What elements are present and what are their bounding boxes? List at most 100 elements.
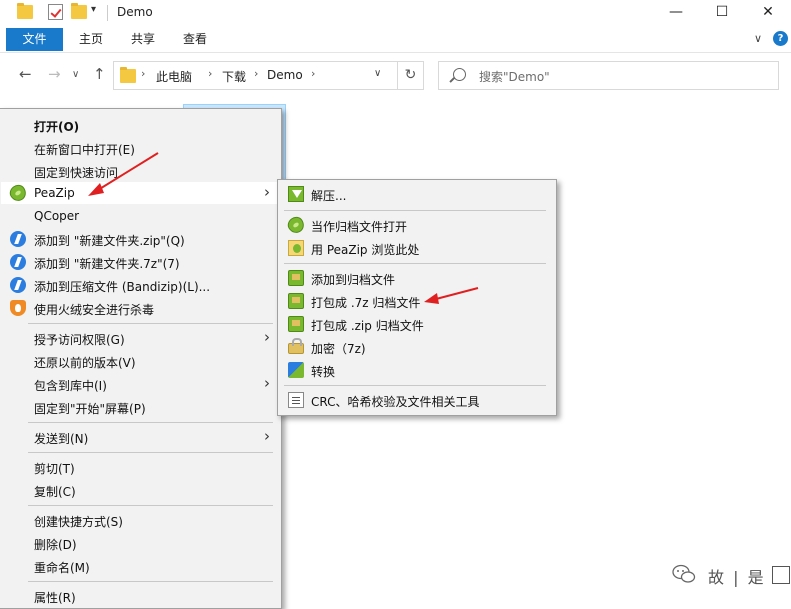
menu-item-label: QCoper [34, 209, 80, 223]
breadcrumb-this-pc[interactable]: 此电脑 [156, 68, 192, 85]
chevron-down-icon[interactable]: ∨ [374, 68, 381, 79]
title-bar: ▾ Demo — ☐ ✕ [0, 0, 791, 26]
breadcrumb-demo[interactable]: Demo [267, 68, 303, 82]
menu-item-pin-quick-access[interactable]: 固定到快速访问 [1, 160, 280, 182]
minimize-button[interactable]: — [653, 0, 699, 24]
chevron-right-icon: › [264, 374, 270, 392]
menu-item-label: 固定到快速访问 [34, 166, 119, 180]
watermark-text: 故 | 是 [708, 568, 766, 587]
lock-icon [288, 338, 304, 354]
tab-home[interactable]: 主页 [68, 28, 114, 51]
menu-separator [28, 581, 273, 582]
menu-item-include-library[interactable]: 包含到库中(I) › [1, 373, 280, 395]
menu-item-peazip[interactable]: PeaZip › [1, 181, 280, 205]
help-icon[interactable]: ? [773, 31, 788, 46]
search-input[interactable]: 搜索"Demo" [438, 61, 779, 90]
menu-item-label: 剪切(T) [34, 462, 75, 476]
peazip-icon [6, 181, 30, 205]
forward-button[interactable]: → [48, 65, 61, 83]
menu-item-cut[interactable]: 剪切(T) [1, 456, 280, 478]
menu-item-send-to[interactable]: 发送到(N) › [1, 426, 280, 448]
submenu-item-pack-7z[interactable]: 打包成 .7z 归档文件 [279, 290, 555, 312]
menu-item-add-zip[interactable]: 添加到 "新建文件夹.zip"(Q) [1, 228, 280, 250]
menu-item-label: PeaZip [34, 186, 75, 200]
chevron-right-icon[interactable]: › [311, 67, 315, 80]
close-button[interactable]: ✕ [745, 0, 791, 24]
extract-icon [288, 186, 304, 202]
chevron-right-icon[interactable]: › [208, 67, 212, 80]
menu-item-huorong-scan[interactable]: 使用火绒安全进行杀毒 [1, 297, 280, 319]
menu-item-label: 还原以前的版本(V) [34, 356, 136, 370]
menu-item-label: 转换 [311, 365, 336, 379]
submenu-item-browse-peazip[interactable]: 用 PeaZip 浏览此处 [279, 237, 555, 259]
window-title: Demo [117, 5, 153, 19]
menu-item-open[interactable]: 打开(O) [1, 114, 280, 136]
tab-share[interactable]: 共享 [120, 28, 166, 51]
submenu-item-open-as-archive[interactable]: 当作归档文件打开 [279, 213, 555, 237]
tab-view[interactable]: 查看 [172, 28, 218, 51]
menu-item-give-access[interactable]: 授予访问权限(G) › [1, 327, 280, 349]
properties-check-icon[interactable] [48, 4, 63, 20]
menu-separator [284, 210, 546, 211]
chevron-right-icon[interactable]: › [254, 67, 258, 80]
menu-item-label: 重命名(M) [34, 561, 90, 575]
huorong-shield-icon [10, 300, 26, 316]
menu-item-label: 发送到(N) [34, 432, 89, 446]
menu-item-rename[interactable]: 重命名(M) [1, 555, 280, 577]
submenu-item-convert[interactable]: 转换 [279, 359, 555, 381]
menu-item-copy[interactable]: 复制(C) [1, 479, 280, 501]
peazip-submenu: 解压... 当作归档文件打开 用 PeaZip 浏览此处 添加到归档文件 打包成… [277, 179, 557, 416]
submenu-item-encrypt[interactable]: 加密（7z) [279, 336, 555, 358]
breadcrumb-downloads[interactable]: 下载 [222, 68, 246, 85]
menu-item-label: 解压... [311, 189, 347, 203]
new-folder-icon[interactable] [71, 3, 87, 19]
chevron-right-icon: › [264, 183, 270, 201]
menu-item-label: 加密（7z) [311, 342, 366, 356]
folder-icon [120, 67, 136, 83]
submenu-item-crc-hash-tools[interactable]: CRC、哈希校验及文件相关工具 [279, 389, 555, 411]
menu-separator [284, 263, 546, 264]
peazip-browse-icon [288, 240, 304, 256]
menu-item-label: 打包成 .7z 归档文件 [311, 296, 421, 310]
submenu-item-add-to-archive[interactable]: 添加到归档文件 [279, 267, 555, 289]
recent-locations-icon[interactable]: ∨ [72, 69, 79, 80]
menu-item-label: 在新窗口中打开(E) [34, 143, 135, 157]
menu-separator [284, 385, 546, 386]
submenu-item-extract[interactable]: 解压... [279, 183, 555, 205]
menu-item-label: 使用火绒安全进行杀毒 [34, 303, 155, 317]
menu-item-restore-versions[interactable]: 还原以前的版本(V) [1, 350, 280, 372]
chevron-right-icon[interactable]: › [141, 67, 145, 80]
back-button[interactable]: ← [19, 65, 32, 83]
menu-item-add-7z[interactable]: 添加到 "新建文件夹.7z"(7) [1, 251, 280, 273]
refresh-button[interactable]: ↻ [397, 61, 424, 90]
pack-zip-icon [288, 316, 304, 332]
preview-pane-icon[interactable] [772, 566, 790, 584]
expand-ribbon-icon[interactable]: ∨ [754, 32, 762, 45]
menu-item-properties[interactable]: 属性(R) [1, 585, 280, 607]
chevron-right-icon: › [264, 427, 270, 445]
menu-item-label: 当作归档文件打开 [311, 220, 408, 234]
menu-item-open-new-window[interactable]: 在新窗口中打开(E) [1, 137, 280, 159]
convert-icon [288, 362, 304, 378]
menu-item-label: 创建快捷方式(S) [34, 515, 123, 529]
menu-separator [28, 323, 273, 324]
menu-item-label: 打开(O) [34, 120, 80, 134]
menu-item-add-archive-bandizip[interactable]: 添加到压缩文件 (Bandizip)(L)... [1, 274, 280, 296]
submenu-item-pack-zip[interactable]: 打包成 .zip 归档文件 [279, 313, 555, 335]
maximize-button[interactable]: ☐ [699, 0, 745, 24]
menu-item-create-shortcut[interactable]: 创建快捷方式(S) [1, 509, 280, 531]
menu-item-label: 属性(R) [34, 591, 76, 605]
address-bar[interactable]: › 此电脑 › 下载 › Demo › ∨ [113, 61, 398, 90]
title-separator [107, 5, 108, 21]
tab-file[interactable]: 文件 [6, 28, 63, 51]
search-icon [453, 68, 466, 81]
menu-separator [28, 422, 273, 423]
menu-item-pin-start[interactable]: 固定到"开始"屏幕(P) [1, 396, 280, 418]
up-button[interactable]: ↑ [93, 65, 106, 83]
menu-item-qcoper[interactable]: QCoper [1, 205, 280, 227]
menu-item-delete[interactable]: 删除(D) [1, 532, 280, 554]
menu-item-label: 用 PeaZip 浏览此处 [311, 243, 420, 257]
quick-access-dropdown-icon[interactable]: ▾ [91, 4, 96, 15]
peazip-icon [284, 213, 308, 237]
menu-item-label: 添加到 "新建文件夹.7z"(7) [34, 257, 180, 271]
